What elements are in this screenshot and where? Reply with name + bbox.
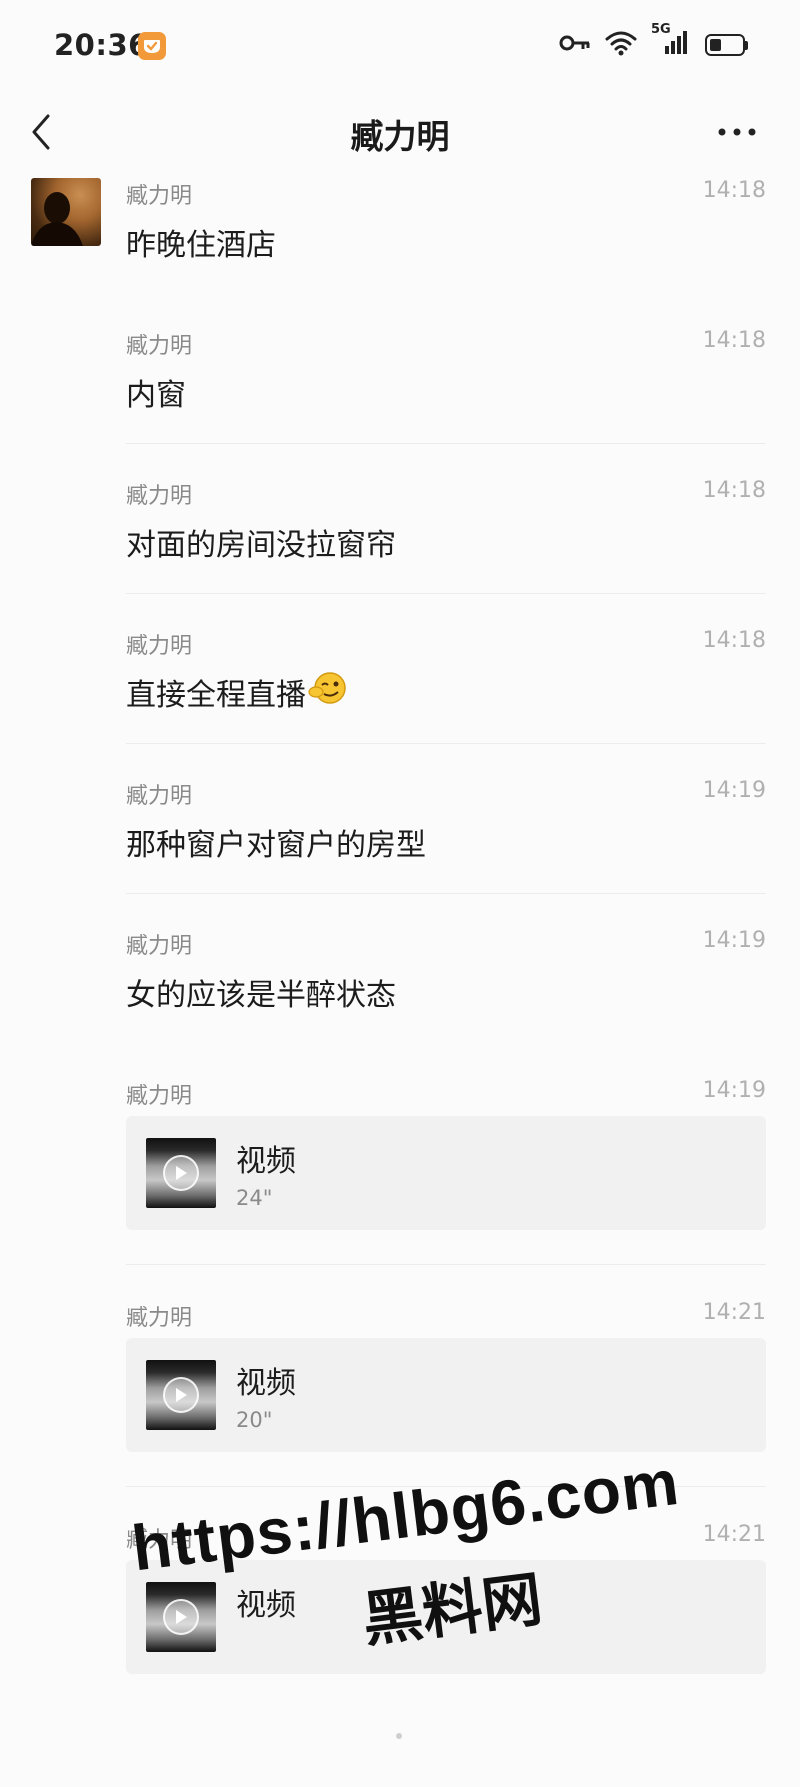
status-icons: 5G	[559, 22, 748, 60]
message-text: 对面的房间没拉窗帘	[126, 528, 396, 563]
message-time: 14:19	[702, 1078, 766, 1103]
video-card[interactable]: 视频 20"	[126, 1338, 766, 1452]
message-item[interactable]: 臧力明 14:19 视频 24"	[126, 1078, 766, 1238]
message-sender: 臧力明	[126, 1084, 193, 1109]
divider	[126, 593, 766, 594]
battery-icon	[705, 34, 748, 56]
message-time: 14:19	[702, 928, 766, 953]
message-item[interactable]: 臧力明 14:21 视频	[126, 1522, 766, 1682]
video-thumbnail	[146, 1582, 216, 1652]
cellular-signal-icon: 5G	[651, 22, 691, 60]
message-sender: 臧力明	[126, 634, 193, 659]
message-sender: 臧力明	[126, 1528, 193, 1553]
app-badge-icon	[138, 32, 166, 60]
message-item[interactable]: 臧力明 14:18 直接全程直播	[126, 628, 766, 713]
message-sender: 臧力明	[126, 184, 193, 209]
divider	[126, 1264, 766, 1265]
network-type-label: 5G	[651, 22, 671, 37]
message-time: 14:18	[702, 178, 766, 203]
video-label: 视频	[236, 1366, 296, 1401]
scroll-indicator	[396, 1733, 402, 1739]
message-text-row: 直接全程直播	[126, 670, 348, 714]
message-time: 14:18	[702, 628, 766, 653]
wifi-icon	[605, 30, 637, 60]
play-icon	[163, 1599, 199, 1635]
video-thumbnail	[146, 1360, 216, 1430]
message-sender: 臧力明	[126, 1306, 193, 1331]
video-duration: 24"	[236, 1186, 273, 1210]
message-sender: 臧力明	[126, 784, 193, 809]
avatar[interactable]	[31, 178, 101, 246]
play-icon	[163, 1155, 199, 1191]
divider	[126, 443, 766, 444]
more-dots-icon[interactable]	[712, 112, 762, 152]
message-sender: 臧力明	[126, 484, 193, 509]
message-item[interactable]: 臧力明 14:18 对面的房间没拉窗帘	[126, 478, 766, 563]
message-text: 女的应该是半醉状态	[126, 978, 396, 1013]
message-time: 14:18	[702, 478, 766, 503]
divider	[126, 893, 766, 894]
message-sender: 臧力明	[126, 334, 193, 359]
message-time: 14:19	[702, 778, 766, 803]
chat-title: 臧力明	[350, 117, 450, 156]
message-item[interactable]: 臧力明 14:19 女的应该是半醉状态	[126, 928, 766, 1013]
message-time: 14:18	[702, 328, 766, 353]
video-label: 视频	[236, 1588, 296, 1623]
status-time: 20:36	[54, 28, 149, 62]
status-bar: 20:36 5G	[0, 0, 800, 96]
video-card[interactable]: 视频 24"	[126, 1116, 766, 1230]
chat-header: 臧力明	[0, 96, 800, 168]
message-item[interactable]: 臧力明 14:21 视频 20"	[126, 1300, 766, 1460]
key-icon	[559, 33, 591, 57]
message-item[interactable]: 臧力明 14:18 昨晚住酒店	[126, 178, 766, 263]
message-text: 内窗	[126, 378, 186, 413]
divider	[126, 1486, 766, 1487]
message-item[interactable]: 臧力明 14:18 内窗	[126, 328, 766, 413]
video-thumbnail	[146, 1138, 216, 1208]
message-text: 那种窗户对窗户的房型	[126, 828, 426, 863]
message-sender: 臧力明	[126, 934, 193, 959]
message-item[interactable]: 臧力明 14:19 那种窗户对窗户的房型	[126, 778, 766, 863]
message-text: 昨晚住酒店	[126, 228, 276, 263]
wink-face-icon	[308, 670, 348, 714]
video-duration: 20"	[236, 1408, 273, 1432]
message-time: 14:21	[702, 1300, 766, 1325]
video-card[interactable]: 视频	[126, 1560, 766, 1674]
message-text: 直接全程直播	[126, 678, 306, 713]
divider	[126, 743, 766, 744]
play-icon	[163, 1377, 199, 1413]
message-time: 14:21	[702, 1522, 766, 1547]
video-label: 视频	[236, 1144, 296, 1179]
